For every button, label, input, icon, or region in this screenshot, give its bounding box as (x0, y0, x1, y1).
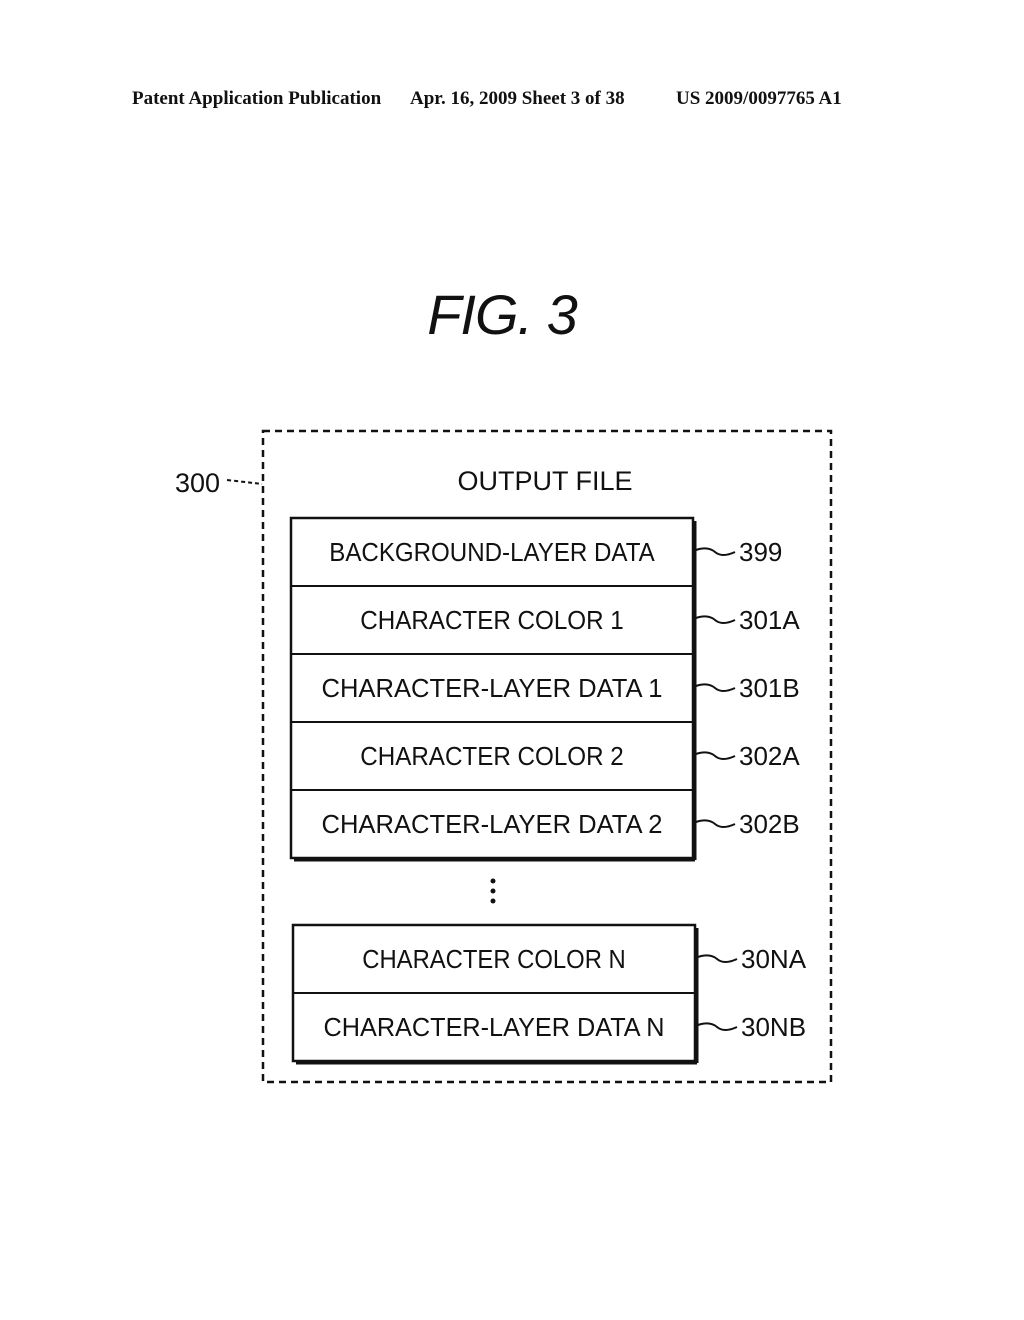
ref-leader-line (695, 615, 736, 624)
ref-leader-line (695, 819, 736, 828)
layer-label: CHARACTER-LAYER DATA N (324, 1012, 665, 1042)
ref-leader-line (697, 1022, 738, 1031)
ellipsis-dot (490, 888, 496, 894)
ref-numeral: 302B (739, 809, 800, 839)
layer-label: CHARACTER-LAYER DATA 1 (322, 673, 663, 703)
ref-numeral: 301A (739, 605, 800, 635)
ref-leader-line (695, 547, 736, 556)
ref-numeral: 30NB (741, 1012, 806, 1042)
ref-numeral: 301B (739, 673, 800, 703)
ellipsis-dot (490, 898, 496, 904)
ref-leader-line (695, 683, 736, 692)
ref-leader-line (697, 954, 738, 963)
ref-numeral: 399 (739, 537, 782, 567)
layer-group-1: BACKGROUND-LAYER DATA 399 CHARACTER COLOR … (289, 516, 800, 862)
layer-label: BACKGROUND-LAYER DATA (329, 537, 655, 567)
container-label: OUTPUT FILE (457, 466, 632, 496)
diagram-canvas: 300 OUTPUT FILE BACKGROUND-LAYER DATA 399… (175, 429, 833, 1084)
ref-300: 300 (175, 468, 220, 498)
layer-group-2: CHARACTER COLOR N 30NA CHARACTER-LAYER DAT… (291, 923, 807, 1065)
layer-label: CHARACTER COLOR N (362, 944, 626, 974)
layer-label: CHARACTER COLOR 1 (360, 605, 624, 635)
ref-numeral: 30NA (741, 944, 807, 974)
ellipsis-dot (490, 878, 496, 884)
ref-300-leader (226, 479, 263, 485)
ref-leader-line (695, 751, 736, 760)
layer-label: CHARACTER-LAYER DATA 2 (322, 809, 663, 839)
layer-label: CHARACTER COLOR 2 (360, 741, 624, 771)
ref-numeral: 302A (739, 741, 800, 771)
